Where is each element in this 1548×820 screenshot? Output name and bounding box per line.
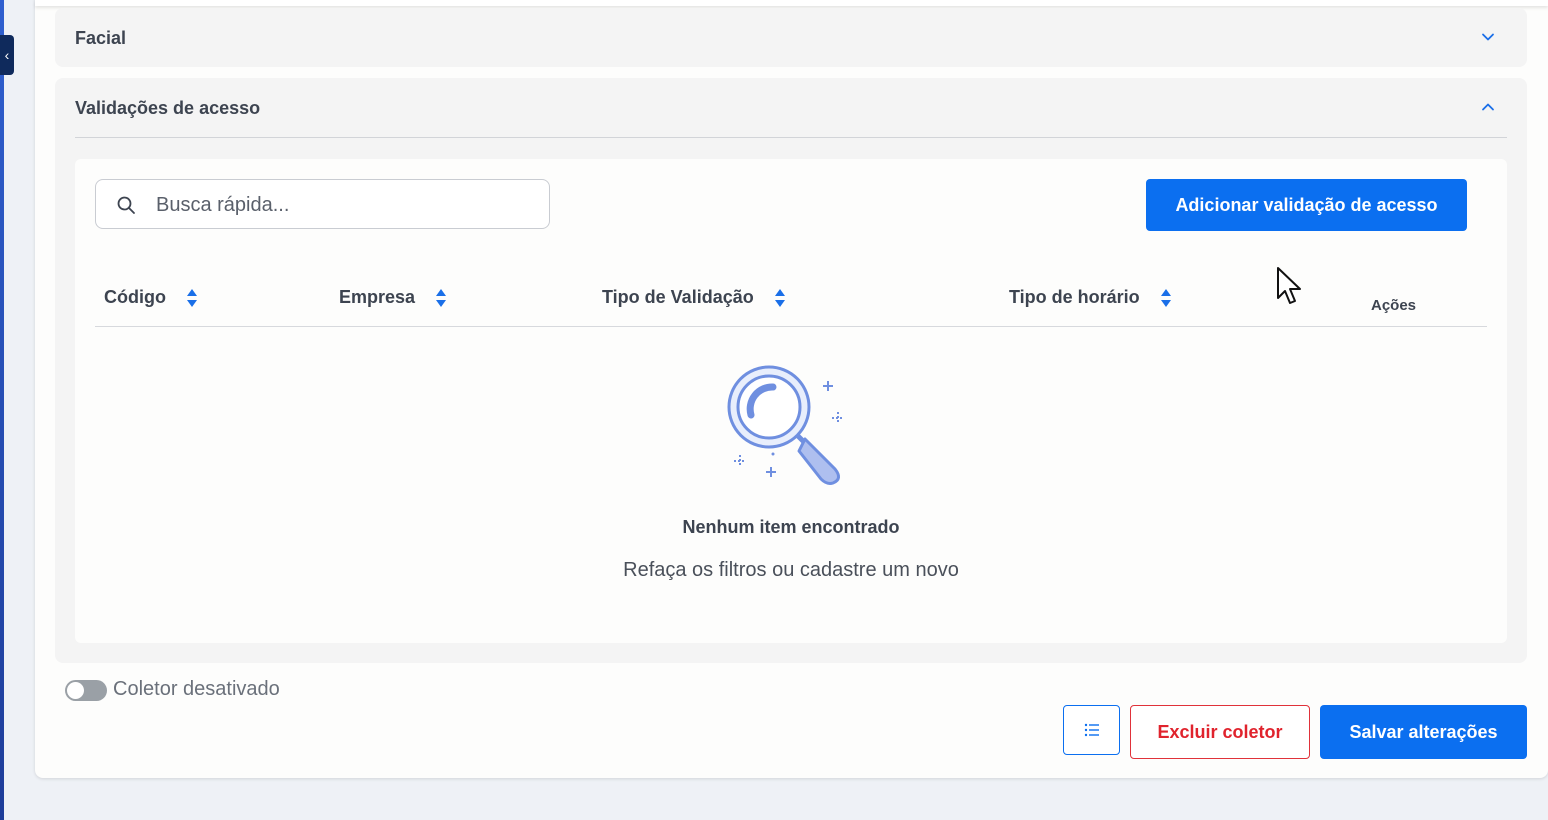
- chevron-up-icon[interactable]: [1481, 100, 1495, 114]
- top-edge: [35, 0, 1548, 6]
- column-header-label: Empresa: [339, 287, 416, 307]
- delete-collector-button[interactable]: Excluir coletor: [1130, 705, 1310, 759]
- search-icon: [117, 196, 135, 214]
- column-header-label: Tipo de Validação: [602, 287, 754, 307]
- sort-icon[interactable]: [186, 288, 198, 308]
- column-header-label: Código: [104, 287, 166, 307]
- sidebar-collapse-handle[interactable]: ‹: [0, 35, 14, 75]
- column-header-tipo-horario[interactable]: Tipo de horário: [1009, 287, 1172, 308]
- mouse-pointer-icon: [1277, 267, 1301, 304]
- search-box[interactable]: [95, 179, 550, 229]
- list-icon: [1084, 723, 1099, 737]
- magnifier-illustration: [727, 365, 844, 485]
- chevron-down-icon[interactable]: [1481, 30, 1495, 44]
- column-header-codigo[interactable]: Código: [104, 287, 198, 308]
- add-access-validation-button[interactable]: Adicionar validação de acesso: [1146, 179, 1467, 231]
- empty-state-subtitle: Refaça os filtros ou cadastre um novo: [623, 559, 959, 581]
- toggle-knob: [67, 682, 84, 699]
- search-input[interactable]: [156, 192, 526, 218]
- save-changes-button[interactable]: Salvar alterações: [1320, 705, 1527, 759]
- section-title: Facial: [75, 28, 127, 48]
- collector-toggle-label: Coletor desativado: [113, 678, 280, 700]
- sort-icon[interactable]: [1160, 288, 1172, 308]
- empty-state-title: Nenhum item encontrado: [682, 517, 900, 537]
- collector-toggle[interactable]: [65, 680, 107, 701]
- section-divider: [75, 137, 1507, 138]
- sort-icon[interactable]: [435, 288, 447, 308]
- column-header-tipo-validacao[interactable]: Tipo de Validação: [602, 287, 786, 308]
- column-header-empresa[interactable]: Empresa: [339, 287, 447, 308]
- column-header-label: Tipo de horário: [1009, 287, 1140, 307]
- list-view-button[interactable]: [1063, 705, 1120, 755]
- validations-panel: Adicionar validação de acesso Código Emp…: [75, 159, 1507, 643]
- left-edge-strip: [0, 0, 4, 820]
- table-header-divider: [95, 326, 1487, 327]
- sort-icon[interactable]: [774, 288, 786, 308]
- section-facial[interactable]: Facial: [55, 8, 1527, 67]
- section-title: Validações de acesso: [75, 98, 261, 118]
- section-validacoes: Validações de acesso Adicionar validação…: [55, 78, 1527, 663]
- column-header-acoes: Ações: [1371, 297, 1417, 314]
